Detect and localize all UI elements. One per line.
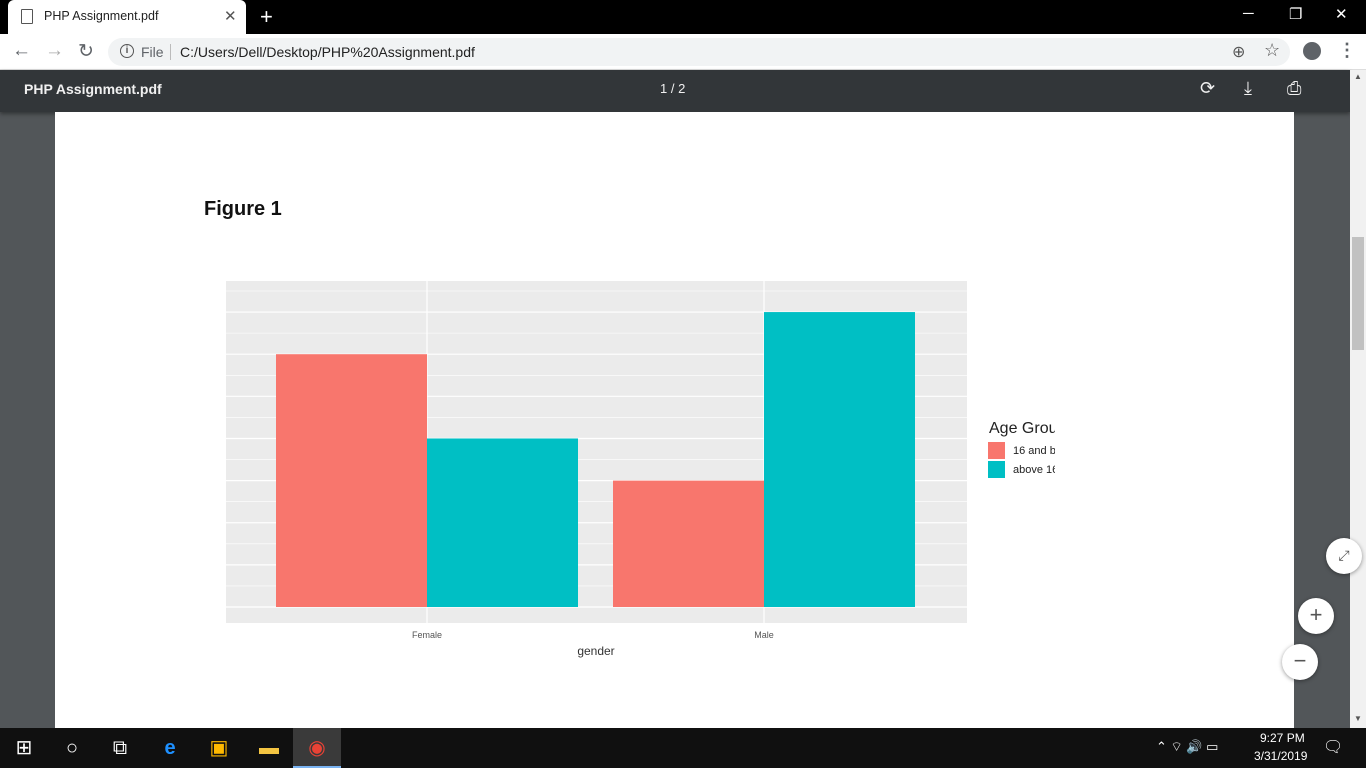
back-button[interactable]: ← xyxy=(12,40,31,62)
browser-tab-strip: PHP Assignment.pdf ✕ + ─ ❐ ✕ xyxy=(0,0,1366,34)
scroll-down-arrow-icon[interactable]: ▼ xyxy=(1354,714,1362,723)
close-tab-icon[interactable]: ✕ xyxy=(224,7,237,25)
x-tick-label: Male xyxy=(754,630,774,640)
bar xyxy=(613,480,764,607)
task-view-icon[interactable]: ⧉ xyxy=(96,728,144,768)
minimize-button[interactable]: ─ xyxy=(1243,5,1254,22)
legend-label: above 16 xyxy=(1013,464,1055,476)
zoom-out-button[interactable]: − xyxy=(1282,644,1318,680)
divider xyxy=(170,44,171,60)
clock-time[interactable]: 9:27 PM xyxy=(1260,731,1305,745)
legend-title: Age Group xyxy=(989,420,1055,437)
file-label: File xyxy=(141,44,164,60)
scroll-thumb[interactable] xyxy=(1352,237,1364,350)
close-window-button[interactable]: ✕ xyxy=(1335,5,1348,23)
reload-button[interactable]: ↻ xyxy=(78,40,94,63)
scroll-up-arrow-icon[interactable]: ▲ xyxy=(1354,72,1362,81)
x-axis-ticks: Female Male xyxy=(412,630,774,640)
new-tab-button[interactable]: + xyxy=(260,4,273,30)
download-icon[interactable]: ⤓ xyxy=(1244,78,1252,99)
legend-key xyxy=(988,461,1005,478)
notification-icon[interactable]: 🗨 xyxy=(1323,737,1343,757)
zoom-in-button[interactable]: + xyxy=(1298,598,1334,634)
taskbar: ⊞ ○ ⧉ e ▣ ▬ ◉ ⌃ ⌔ 🔊 ▭ 9:27 PM 3/31/2019 … xyxy=(0,728,1366,768)
page-indicator: 1 / 2 xyxy=(660,81,686,96)
pdf-page: Figure 1 Female Male gender Age Group 16 … xyxy=(55,112,1294,728)
document-icon xyxy=(21,9,33,24)
clock-date[interactable]: 3/31/2019 xyxy=(1254,749,1307,763)
bookmark-star-icon[interactable]: ☆ xyxy=(1264,40,1280,61)
bar-chart: Female Male gender Age Group 16 and below… xyxy=(226,281,1055,658)
browser-tab[interactable]: PHP Assignment.pdf ✕ xyxy=(8,0,246,34)
restore-button[interactable]: ❐ xyxy=(1289,5,1302,23)
search-icon[interactable]: ○ xyxy=(48,728,96,768)
pdf-toolbar: PHP Assignment.pdf 1 / 2 ⟳ ⤓ ⎙ xyxy=(0,70,1350,112)
zoom-icon[interactable]: ⊕ xyxy=(1232,42,1245,62)
chrome-icon[interactable]: ◉ xyxy=(293,728,341,768)
edge-icon[interactable]: e xyxy=(146,728,194,768)
scrollbar[interactable]: ▲ ▼ xyxy=(1350,70,1366,728)
menu-icon[interactable]: ⋮ xyxy=(1338,40,1356,61)
x-tick-label: Female xyxy=(412,630,442,640)
x-axis-label: gender xyxy=(577,644,614,658)
fit-to-page-button[interactable]: ⤢ xyxy=(1326,538,1362,574)
pdf-title: PHP Assignment.pdf xyxy=(24,81,162,97)
forward-button[interactable]: → xyxy=(45,40,64,62)
legend: Age Group 16 and below above 16 xyxy=(988,420,1055,478)
store-icon[interactable]: ▣ xyxy=(195,728,243,768)
bar xyxy=(764,312,915,607)
start-icon[interactable]: ⊞ xyxy=(0,728,48,768)
account-icon[interactable] xyxy=(1303,42,1321,60)
tab-title: PHP Assignment.pdf xyxy=(44,9,159,23)
figure-title: Figure 1 xyxy=(204,198,282,220)
system-tray[interactable]: ⌃ ⌔ 🔊 ▭ xyxy=(1156,739,1218,755)
bar xyxy=(276,354,427,607)
legend-label: 16 and below xyxy=(1013,445,1055,457)
bar xyxy=(427,438,578,607)
browser-toolbar: ← → ↻ i File C:/Users/Dell/Desktop/PHP%2… xyxy=(0,34,1366,70)
address-bar[interactable]: i File C:/Users/Dell/Desktop/PHP%20Assig… xyxy=(108,38,1290,66)
file-explorer-icon[interactable]: ▬ xyxy=(245,728,293,768)
legend-key xyxy=(988,442,1005,459)
url-text[interactable]: C:/Users/Dell/Desktop/PHP%20Assignment.p… xyxy=(180,44,475,60)
print-icon[interactable]: ⎙ xyxy=(1287,78,1301,99)
info-icon[interactable]: i xyxy=(120,44,134,58)
rotate-icon[interactable]: ⟳ xyxy=(1200,78,1215,99)
